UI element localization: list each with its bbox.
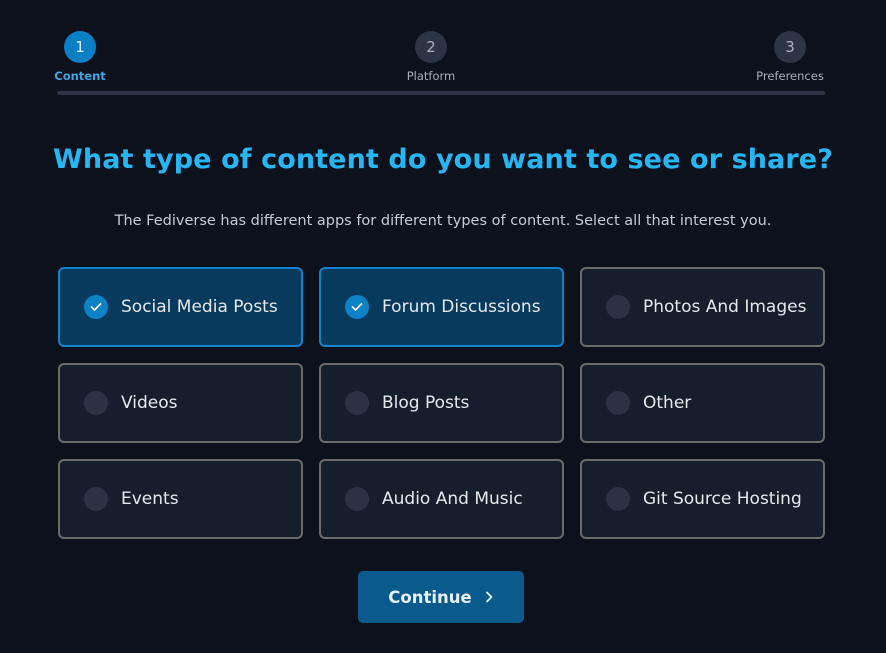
option-card[interactable]: Photos And Images	[580, 267, 825, 347]
option-label: Social Media Posts	[121, 297, 278, 317]
radio-circle-icon	[606, 295, 630, 319]
option-label: Photos And Images	[643, 297, 807, 317]
step-number: 3	[774, 31, 806, 63]
radio-circle-icon	[84, 487, 108, 511]
option-card[interactable]: Audio And Music	[319, 459, 564, 539]
option-label: Audio And Music	[382, 489, 523, 509]
check-icon	[84, 295, 108, 319]
step-label: Preferences	[756, 69, 824, 83]
continue-label: Continue	[388, 587, 472, 607]
option-label: Events	[121, 489, 179, 509]
option-label: Blog Posts	[382, 393, 470, 413]
step-preferences[interactable]: 3 Preferences	[755, 31, 825, 83]
step-label: Platform	[406, 69, 456, 83]
radio-circle-icon	[84, 391, 108, 415]
progress-bar	[57, 91, 825, 95]
option-card[interactable]: Blog Posts	[319, 363, 564, 443]
step-number: 1	[64, 31, 96, 63]
option-card[interactable]: Events	[58, 459, 303, 539]
step-platform[interactable]: 2 Platform	[405, 31, 457, 83]
option-label: Forum Discussions	[382, 297, 541, 317]
stepper: 1 Content 2 Platform 3 Preferences	[54, 31, 825, 95]
option-card[interactable]: Social Media Posts	[58, 267, 303, 347]
onboarding-page: 1 Content 2 Platform 3 Preferences What …	[0, 0, 886, 653]
step-number: 2	[415, 31, 447, 63]
option-label: Videos	[121, 393, 178, 413]
continue-button[interactable]: Continue	[358, 571, 524, 623]
chevron-right-icon	[484, 591, 494, 603]
option-card[interactable]: Videos	[58, 363, 303, 443]
check-icon	[345, 295, 369, 319]
radio-circle-icon	[345, 391, 369, 415]
option-card[interactable]: Forum Discussions	[319, 267, 564, 347]
step-label: Content	[54, 69, 106, 83]
content-type-options: Social Media Posts Forum Discussions Photo…	[58, 267, 825, 539]
step-content[interactable]: 1 Content	[54, 31, 106, 83]
radio-circle-icon	[345, 487, 369, 511]
radio-circle-icon	[606, 487, 630, 511]
option-card[interactable]: Other	[580, 363, 825, 443]
page-subtitle: The Fediverse has different apps for dif…	[114, 213, 772, 229]
option-card[interactable]: Git Source Hosting	[580, 459, 825, 539]
option-label: Git Source Hosting	[643, 489, 802, 509]
option-label: Other	[643, 393, 692, 413]
radio-circle-icon	[606, 391, 630, 415]
page-title: What type of content do you want to see …	[53, 144, 833, 175]
